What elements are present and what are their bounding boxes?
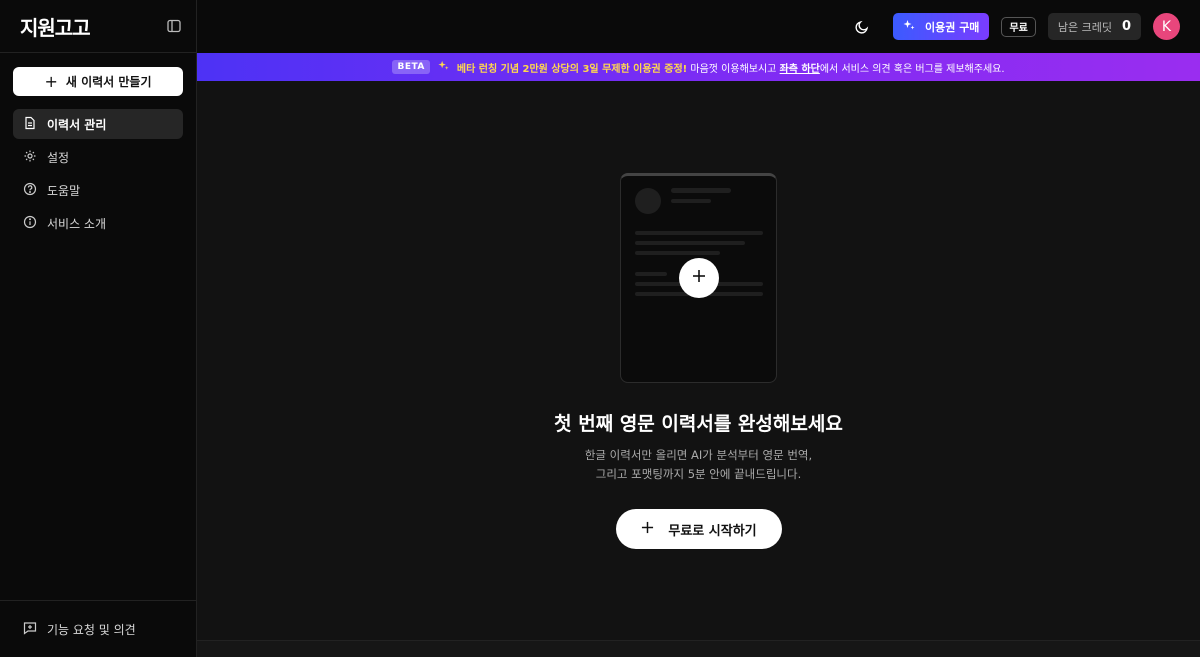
sidebar: 지원고고 + 새 이력서 만들기 이력서 관리 설정 도움말 서비스 소개 기능…	[0, 0, 197, 657]
beta-badge: BETA	[392, 60, 430, 74]
top-header: 이용권 구매 무료 남은 크레딧 0 K	[197, 0, 1200, 53]
main-content: 첫 번째 영문 이력서를 완성해보세요 한글 이력서만 올리면 AI가 분석부터…	[197, 81, 1200, 640]
moon-icon[interactable]	[847, 12, 877, 42]
avatar[interactable]: K	[1153, 13, 1180, 40]
start-free-label: 무료로 시작하기	[668, 523, 757, 539]
sparkles-icon	[903, 19, 915, 34]
plan-badge: 무료	[1001, 16, 1036, 37]
credits-value: 0	[1121, 19, 1131, 34]
description-line-2: 그리고 포맷팅까지 5분 안에 끝내드립니다.	[595, 467, 802, 481]
feedback-button[interactable]: 기능 요청 및 의견	[0, 600, 196, 657]
banner-highlight: 베타 런칭 기념 2만원 상당의 3일 무제한 이용권 증정!	[456, 63, 688, 75]
plus-icon	[691, 268, 707, 288]
add-resume-button[interactable]	[679, 258, 719, 298]
beta-banner: BETA 베타 런칭 기념 2만원 상당의 3일 무제한 이용권 증정! 마음껏…	[197, 53, 1200, 81]
sidebar-item-label: 서비스 소개	[47, 216, 107, 231]
sidebar-toggle-icon[interactable]	[165, 17, 183, 35]
logo-row: 지원고고	[0, 0, 196, 53]
sidebar-item-resumes[interactable]: 이력서 관리	[13, 109, 183, 139]
description-line-1: 한글 이력서만 올리면 AI가 분석부터 영문 번역,	[584, 448, 813, 462]
sparkles-icon	[438, 60, 449, 74]
sidebar-item-label: 도움말	[47, 183, 81, 198]
empty-state-title: 첫 번째 영문 이력서를 완성해보세요	[554, 413, 843, 435]
help-circle-icon	[23, 182, 37, 199]
start-free-button[interactable]: 무료로 시작하기	[616, 509, 782, 549]
new-resume-button[interactable]: + 새 이력서 만들기	[13, 67, 183, 96]
sidebar-item-about[interactable]: 서비스 소개	[13, 208, 183, 238]
gear-icon	[23, 149, 37, 166]
plus-icon	[641, 521, 654, 538]
credits-label: 남은 크레딧	[1057, 20, 1112, 34]
sidebar-item-settings[interactable]: 설정	[13, 142, 183, 172]
credits-display: 남은 크레딧 0	[1047, 13, 1141, 40]
info-icon	[23, 215, 37, 232]
banner-link[interactable]: 좌측 하단	[780, 64, 820, 75]
sidebar-item-help[interactable]: 도움말	[13, 175, 183, 205]
bottom-strip	[197, 640, 1200, 657]
plus-icon: +	[44, 71, 58, 91]
file-icon	[23, 116, 37, 133]
new-resume-label: 새 이력서 만들기	[65, 75, 152, 89]
app-logo[interactable]: 지원고고	[20, 12, 91, 41]
sidebar-nav: 이력서 관리 설정 도움말 서비스 소개	[13, 109, 183, 241]
buy-pass-button[interactable]: 이용권 구매	[893, 13, 990, 40]
sidebar-item-label: 설정	[47, 150, 70, 165]
message-plus-icon	[23, 621, 37, 638]
banner-text2: 에서 서비스 의견 혹은 버그를 제보해주세요.	[819, 63, 1005, 75]
empty-state-description: 한글 이력서만 올리면 AI가 분석부터 영문 번역, 그리고 포맷팅까지 5분…	[197, 446, 1200, 484]
sidebar-item-label: 이력서 관리	[47, 117, 107, 132]
banner-text1: 마음껏 이용해보시고	[690, 63, 777, 75]
buy-pass-label: 이용권 구매	[925, 20, 980, 34]
feedback-label: 기능 요청 및 의견	[47, 622, 136, 637]
